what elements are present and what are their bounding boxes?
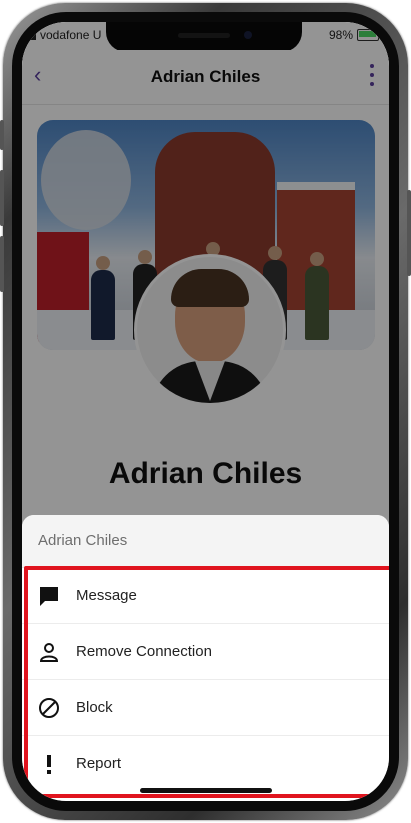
- message-icon: [38, 585, 60, 607]
- report-label: Report: [76, 755, 122, 772]
- power-button: [407, 190, 411, 276]
- person-icon: [38, 641, 60, 663]
- action-sheet: Adrian Chiles Message Remove Connection …: [22, 515, 389, 801]
- block-label: Block: [76, 699, 113, 716]
- message-label: Message: [76, 587, 137, 604]
- report-option[interactable]: Report: [22, 736, 389, 791]
- screen: vodafone U 98% ‹ Adrian Chiles Adrian Ch…: [22, 22, 389, 801]
- remove-connection-label: Remove Connection: [76, 643, 212, 660]
- volume-up-button: [0, 170, 4, 226]
- remove-connection-option[interactable]: Remove Connection: [22, 624, 389, 680]
- message-option[interactable]: Message: [22, 568, 389, 624]
- mute-switch: [0, 120, 4, 150]
- sheet-title: Adrian Chiles: [22, 515, 389, 568]
- volume-down-button: [0, 236, 4, 292]
- home-indicator: [140, 788, 272, 793]
- block-option[interactable]: Block: [22, 680, 389, 736]
- block-icon: [38, 697, 60, 719]
- exclamation-icon: [38, 753, 60, 775]
